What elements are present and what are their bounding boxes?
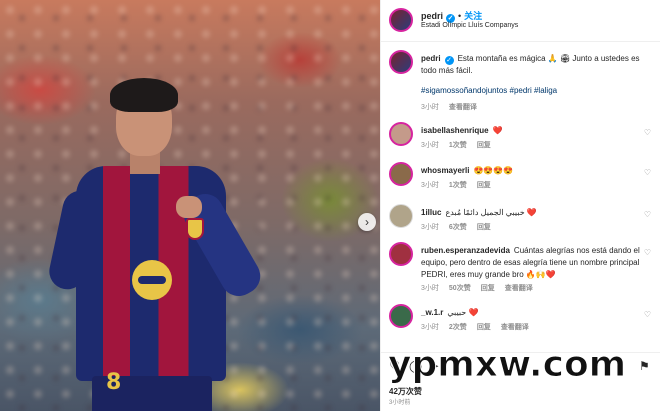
comment-username[interactable]: 1illuc [421, 208, 441, 217]
comment-time: 3小时 [421, 324, 439, 331]
comment-username[interactable]: ruben.esperanzadevida [421, 246, 510, 255]
avatar[interactable] [389, 204, 413, 228]
heart-icon[interactable]: ♡ [644, 310, 651, 319]
chevron-right-icon[interactable]: › [358, 213, 376, 231]
comment-time: 3小时 [421, 285, 439, 292]
comment-text-block: ruben.esperanzadevida Cuántas alegrías no… [421, 245, 653, 281]
heart-icon[interactable]: ♡ [644, 248, 651, 257]
reply-button[interactable]: 回复 [477, 224, 491, 231]
comment-likes[interactable]: 50次赞 [449, 285, 471, 292]
post-timestamp: 3小时前 [389, 400, 411, 406]
caption-time: 3小时 [421, 104, 439, 111]
comment-likes[interactable]: 1次赞 [449, 142, 467, 149]
comment-time: 3小时 [421, 224, 439, 231]
comment-username[interactable]: whosmayerli [421, 166, 469, 175]
sponsor-logo [132, 260, 172, 300]
player-hair [110, 78, 178, 112]
header-user-line: pedri ✓ • 关注 [421, 9, 482, 23]
comment-meta: 3小时 1次赞 回复 [421, 180, 501, 190]
shirt-number: 8 [106, 370, 122, 395]
post-header: pedri ✓ • 关注 Estadi Olímpic Lluís Companys [381, 0, 660, 42]
avatar[interactable] [389, 242, 413, 266]
comment-username[interactable]: isabellashenrique [421, 126, 489, 135]
location-link[interactable]: Estadi Olímpic Lluís Companys [421, 22, 518, 29]
avatar[interactable] [389, 304, 413, 328]
reply-button[interactable]: 回复 [477, 182, 491, 189]
comment-meta: 3小时 1次赞 回复 [421, 140, 501, 150]
club-crest [186, 218, 204, 240]
post-photo[interactable]: 8 › [0, 0, 380, 411]
comment-time: 3小时 [421, 142, 439, 149]
avatar[interactable] [389, 50, 413, 74]
comment-time: 3小时 [421, 182, 439, 189]
comment-meta: 3小时 2次赞 回复 查看翻译 [421, 322, 539, 332]
player-hand [176, 196, 202, 218]
comment-text: 😍😍😍😍 [473, 166, 514, 175]
caption-text: Esta montaña es mágica 🙏 🏟 Junto a usted… [421, 54, 640, 75]
heart-icon[interactable]: ♡ [644, 168, 651, 177]
comment-meta: 3小时 50次赞 回复 查看翻译 [421, 283, 543, 293]
comment-username[interactable]: _w.1.r [421, 308, 443, 317]
see-translation-button[interactable]: 查看翻译 [449, 104, 477, 111]
comment-text-block: isabellashenrique ❤️ [421, 125, 653, 137]
comment-text-block: _w.1.r حبيبي ❤️ [421, 307, 653, 319]
caption-username[interactable]: pedri [421, 54, 441, 63]
likes-count[interactable]: 42万次赞 [389, 386, 422, 397]
heart-icon[interactable]: ♡ [644, 210, 651, 219]
comment-text: ❤️ [492, 126, 503, 135]
comment-text-block: whosmayerli 😍😍😍😍 [421, 165, 653, 177]
comment-likes[interactable]: 6次赞 [449, 224, 467, 231]
see-translation-button[interactable]: 查看翻译 [505, 285, 533, 292]
comment-text: خبيبي الجميل دائمًا مُبدع ❤️ [445, 208, 537, 217]
separator-dot: • [458, 11, 462, 21]
reply-button[interactable]: 回复 [477, 324, 491, 331]
reply-button[interactable]: 回复 [477, 142, 491, 149]
comment-likes[interactable]: 2次赞 [449, 324, 467, 331]
header-username[interactable]: pedri [421, 11, 443, 21]
see-translation-button[interactable]: 查看翻译 [501, 324, 529, 331]
heart-icon[interactable]: ♡ [644, 128, 651, 137]
site-watermark: ypmxw.com [387, 344, 627, 386]
verified-badge-icon: ✓ [444, 56, 454, 65]
avatar[interactable] [389, 162, 413, 186]
caption-hashtags[interactable]: #sigamossoñandojuntos #pedri #laliga [421, 85, 653, 97]
follow-button[interactable]: 关注 [464, 11, 482, 21]
caption-text-block: pedri ✓ Esta montaña es mágica 🙏 🏟 Junto a… [421, 53, 653, 77]
comments-list[interactable]: pedri ✓ Esta montaña es mágica 🙏 🏟 Junto a… [381, 42, 660, 352]
comment-text-block: 1illuc خبيبي الجميل دائمًا مُبدع ❤️ [421, 207, 653, 219]
player-figure: 8 [45, 78, 267, 411]
caption-meta: 3小时 查看翻译 [421, 102, 487, 112]
avatar[interactable] [389, 8, 413, 32]
comment-meta: 3小时 6次赞 回复 [421, 222, 501, 232]
avatar[interactable] [389, 122, 413, 146]
comment-likes[interactable]: 1次赞 [449, 182, 467, 189]
reply-button[interactable]: 回复 [481, 285, 495, 292]
save-icon[interactable]: ⚑ [639, 359, 650, 373]
comment-text: حبيبي ❤️ [447, 308, 479, 317]
